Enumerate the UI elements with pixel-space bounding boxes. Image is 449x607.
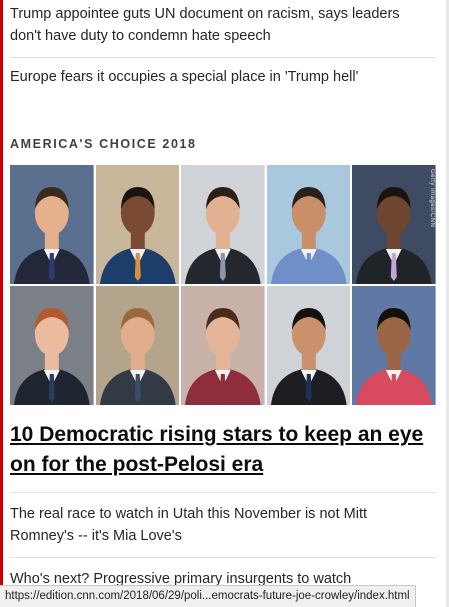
- portrait-photo: [95, 165, 180, 284]
- feature-image[interactable]: Getty Images/CNN: [10, 165, 436, 405]
- feature-headline-link[interactable]: 10 Democratic rising stars to keep an ey…: [10, 420, 436, 480]
- accent-edge-bar: [0, 0, 3, 607]
- story-link-europe-trump-hell[interactable]: Europe fears it occupies a special place…: [10, 66, 430, 88]
- portrait-photo: [181, 286, 265, 405]
- story-link-utah-race[interactable]: The real race to watch in Utah this Nove…: [10, 503, 430, 547]
- portrait-photo: [181, 165, 265, 284]
- portrait-photo: [95, 286, 180, 405]
- image-credit: Getty Images/CNN: [429, 169, 435, 228]
- portrait-photo: [266, 286, 351, 405]
- status-url: https://edition.cnn.com/2018/06/29/poli.…: [5, 590, 410, 602]
- browser-status-bar: https://edition.cnn.com/2018/06/29/poli.…: [0, 585, 416, 607]
- portrait-photo: [352, 286, 436, 405]
- portrait-photo: [10, 286, 94, 405]
- portrait-photo: [352, 165, 436, 284]
- portrait-photo: [266, 165, 351, 284]
- divider: [10, 57, 436, 58]
- story-link-un-racism[interactable]: Trump appointee guts UN document on raci…: [10, 3, 430, 47]
- divider: [10, 492, 436, 493]
- portrait-photo: [10, 165, 94, 284]
- divider: [10, 557, 436, 558]
- section-title: AMERICA'S CHOICE 2018: [10, 137, 197, 151]
